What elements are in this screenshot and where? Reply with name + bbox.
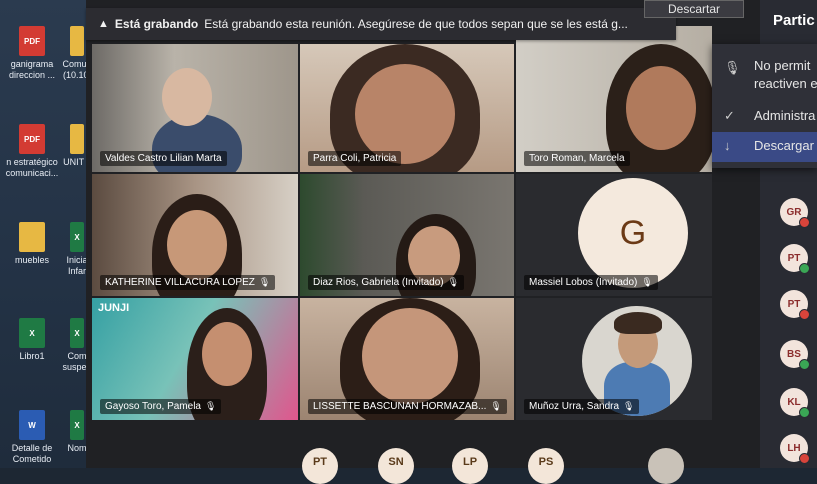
strip-avatar[interactable]: PS: [528, 448, 564, 484]
desktop-icon-label: muebles: [14, 255, 50, 265]
folder-icon: [19, 222, 45, 252]
strip-avatar[interactable]: PT: [302, 448, 338, 484]
participant-name: KATHERINE VILLACURA LOPEZ 🎙: [100, 275, 276, 290]
video-tile[interactable]: Diaz Rios, Gabriela (Invitado) 🎙: [300, 174, 514, 296]
video-tile[interactable]: G Massiel Lobos (Invitado) 🎙: [516, 174, 712, 296]
muted-mic-icon: 🎙: [623, 401, 635, 411]
warning-icon: ▲: [98, 18, 109, 30]
status-dot: [799, 263, 810, 274]
excel-file-icon: X: [70, 410, 84, 440]
participant-name: Toro Roman, Marcela: [524, 151, 630, 166]
menu-item-manage[interactable]: ✓ Administra: [712, 102, 817, 132]
participant-name: Massiel Lobos (Invitado) 🎙: [524, 275, 658, 290]
desktop-icon-pdf[interactable]: PDF n estratégico comunicaci...: [0, 124, 64, 179]
status-dot: [799, 407, 810, 418]
participant-name: Gayoso Toro, Pamela 🎙: [100, 399, 222, 414]
participant-avatar[interactable]: LH: [780, 434, 810, 464]
status-dot: [799, 217, 810, 228]
participant-name: LISSETTE BASCUNAN HORMAZAB... 🎙: [308, 399, 507, 414]
recording-banner: ▲ Está grabando Está grabando esta reuni…: [86, 8, 676, 40]
junji-logo: JUNJI: [98, 302, 130, 314]
desktop-background: PDF ganigrama direccion ... Comun (10.10…: [0, 0, 100, 468]
muted-mic-icon: 🎙: [204, 401, 217, 411]
video-tile[interactable]: Toro Roman, Marcela: [516, 26, 712, 172]
strip-avatar[interactable]: LP: [452, 448, 488, 484]
participants-options-menu: 🎙 No permit reactiven e ✓ Administra ↓ D…: [712, 44, 817, 168]
participant-avatar[interactable]: BS: [780, 340, 810, 370]
desktop-icon-label: Nom: [67, 443, 87, 453]
pdf-file-icon: PDF: [19, 124, 45, 154]
video-tile[interactable]: KATHERINE VILLACURA LOPEZ 🎙: [92, 174, 298, 296]
word-file-icon: W: [19, 410, 45, 440]
desktop-icon-label: n estratégico comunicaci...: [5, 157, 59, 178]
check-x-icon: ✓: [724, 108, 735, 123]
download-icon: ↓: [724, 138, 731, 153]
participant-name: Parra Coli, Patricia: [308, 151, 402, 166]
participant-avatar[interactable]: KL: [780, 388, 810, 418]
participant-avatar[interactable]: GR: [780, 198, 810, 228]
muted-mic-icon: 🎙: [447, 277, 460, 287]
desktop-icon-pdf[interactable]: PDF ganigrama direccion ...: [0, 26, 64, 81]
avatar: G: [578, 178, 688, 288]
menu-item-download[interactable]: ↓ Descargar: [712, 132, 817, 162]
participant-avatar[interactable]: PT: [780, 290, 810, 320]
participant-name: Diaz Rios, Gabriela (Invitado) 🎙: [308, 275, 465, 290]
dismiss-button[interactable]: Descartar: [644, 0, 744, 18]
muted-mic-icon: 🎙: [641, 277, 653, 287]
participant-name: Valdes Castro Lilian Marta: [100, 151, 227, 166]
desktop-icon-label: Detalle de Cometido: [11, 443, 53, 464]
participants-title: Partic: [773, 12, 815, 29]
status-dot: [799, 309, 810, 320]
video-tile[interactable]: JUNJI Gayoso Toro, Pamela 🎙: [92, 298, 298, 420]
menu-item-disable-mic[interactable]: 🎙 No permit reactiven e: [712, 50, 817, 100]
desktop-icon-excel[interactable]: X Libro1: [0, 318, 64, 362]
video-tile[interactable]: Parra Coli, Patricia: [300, 44, 514, 172]
participant-face: [626, 66, 696, 150]
pdf-file-icon: PDF: [19, 26, 45, 56]
excel-file-icon: X: [19, 318, 45, 348]
participant-face: [355, 64, 455, 164]
participant-face: [362, 308, 458, 404]
participant-name: Muñoz Urra, Sandra 🎙: [524, 399, 640, 414]
strip-avatar[interactable]: SN: [378, 448, 414, 484]
participant-face: [202, 322, 252, 386]
video-tile[interactable]: LISSETTE BASCUNAN HORMAZAB... 🎙: [300, 298, 514, 420]
folder-icon: [70, 26, 84, 56]
status-dot: [799, 359, 810, 370]
excel-file-icon: X: [70, 222, 84, 252]
participant-face: [167, 210, 227, 280]
folder-icon: [70, 124, 84, 154]
participant-face: [162, 68, 212, 126]
muted-mic-icon: 🎙: [258, 277, 271, 287]
recording-title: Está grabando: [114, 17, 199, 31]
excel-file-icon: X: [70, 318, 84, 348]
desktop-icon-folder[interactable]: muebles: [0, 222, 64, 266]
recording-message: Está grabando esta reunión. Asegúrese de…: [204, 17, 628, 31]
strip-avatar-photo[interactable]: [648, 448, 684, 484]
status-dot: [799, 453, 810, 464]
video-tile[interactable]: Muñoz Urra, Sandra 🎙: [516, 298, 712, 420]
muted-mic-icon: 🎙: [490, 401, 502, 411]
mic-off-icon: 🎙: [724, 60, 741, 75]
desktop-icon-label: ganigrama direccion ...: [8, 59, 56, 80]
video-tile[interactable]: Valdes Castro Lilian Marta: [92, 44, 298, 172]
participant-avatar[interactable]: PT: [780, 244, 810, 274]
desktop-icon-label: Libro1: [19, 351, 45, 361]
desktop-icon-label: Inicia Infar: [66, 255, 88, 276]
desktop-icon-word[interactable]: W Detalle de Cometido: [0, 410, 64, 465]
